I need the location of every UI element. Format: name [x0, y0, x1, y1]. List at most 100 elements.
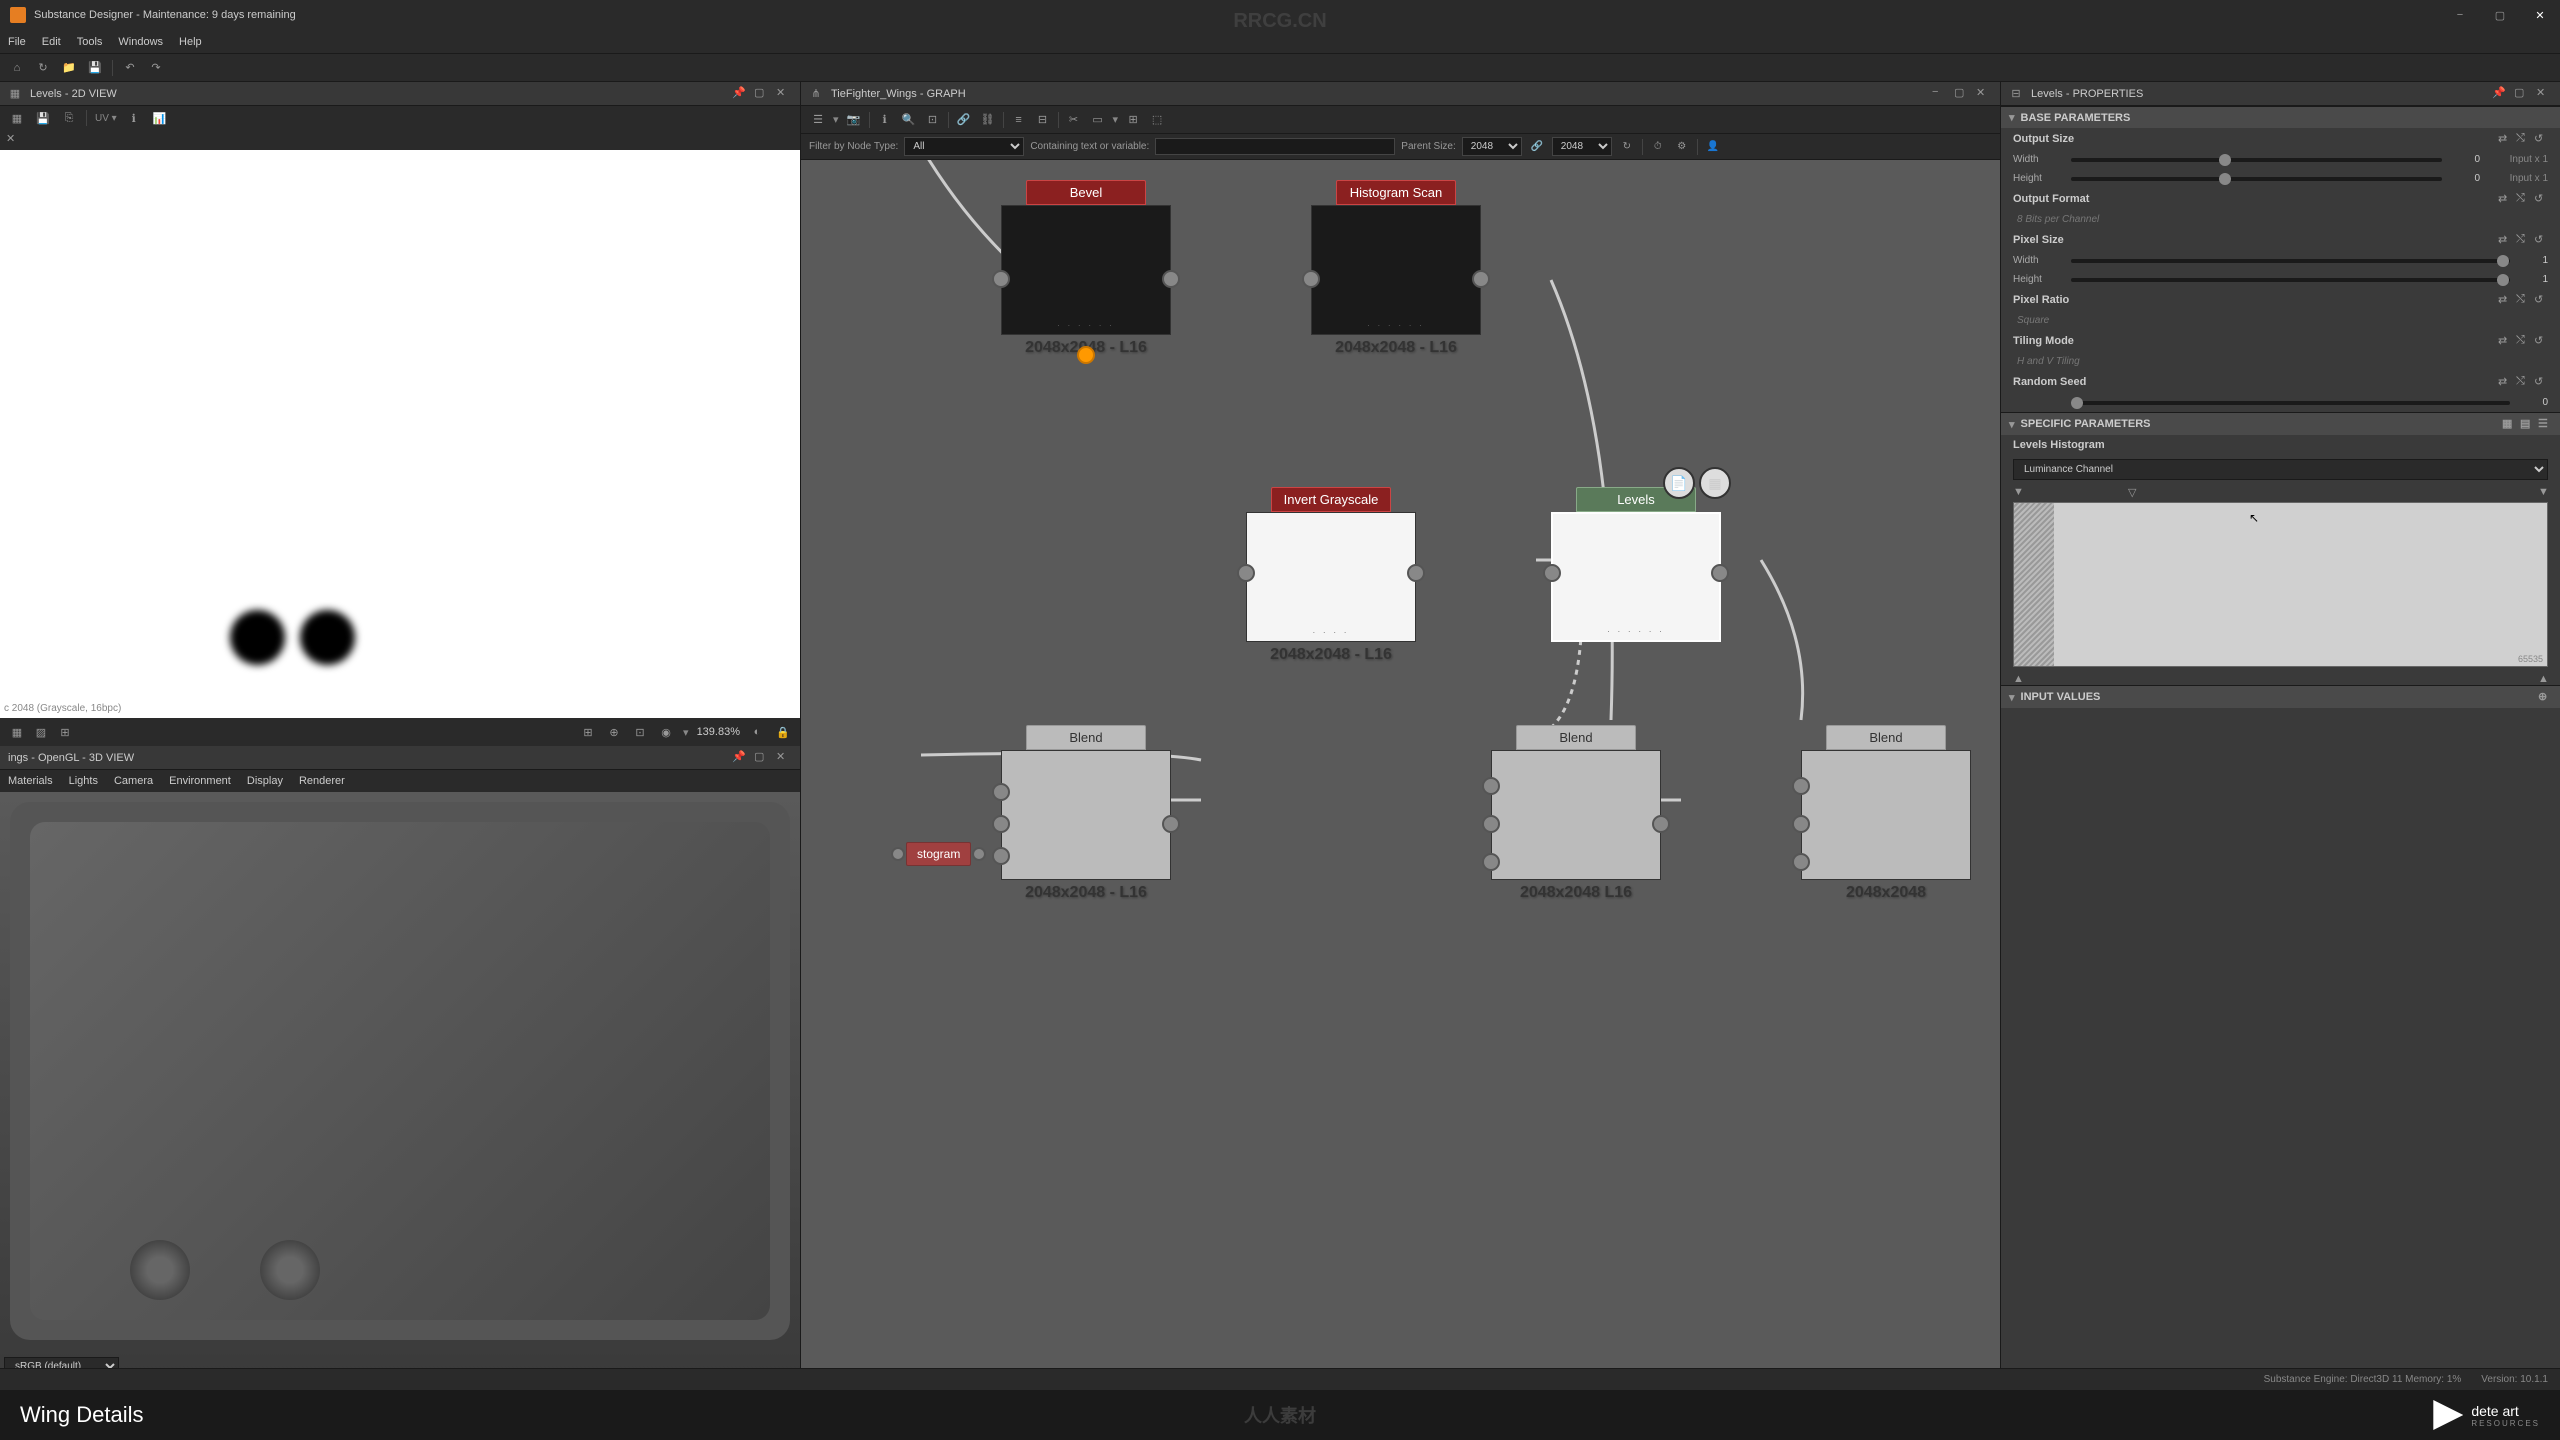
input-port[interactable]: [992, 847, 1010, 865]
menu-edit[interactable]: Edit: [42, 36, 61, 48]
sync-icon[interactable]: ⤭: [2516, 233, 2530, 247]
copy-icon[interactable]: ⎘: [60, 109, 78, 127]
param-port[interactable]: [1077, 346, 1095, 364]
tab-close-icon[interactable]: ✕: [6, 132, 20, 146]
link-icon[interactable]: ⇄: [2498, 233, 2512, 247]
output-port[interactable]: [1472, 270, 1490, 288]
maximize-panel-icon[interactable]: ▢: [754, 86, 770, 102]
reset-icon[interactable]: ↺: [2534, 233, 2548, 247]
close-panel-icon[interactable]: ✕: [776, 86, 792, 102]
node-blend[interactable]: Blend 2048x2048: [1801, 725, 1971, 902]
undo-icon[interactable]: ↶: [121, 59, 139, 77]
levels-histogram[interactable]: ↖ 65535: [2013, 502, 2548, 667]
input-port[interactable]: [1792, 815, 1810, 833]
close-button[interactable]: ✕: [2530, 5, 2550, 25]
output-port[interactable]: [1162, 270, 1180, 288]
grid-icon[interactable]: ⊞: [579, 723, 597, 741]
link-icon[interactable]: 🔗: [955, 111, 973, 129]
node-histogram-scan[interactable]: Histogram Scan . . . . . . 2048x2048 - L…: [1311, 180, 1481, 357]
view3d-materials[interactable]: Materials: [8, 775, 53, 787]
view3d-lights[interactable]: Lights: [69, 775, 98, 787]
histogram-top-marker-right[interactable]: ▼: [2538, 486, 2548, 496]
sync-icon[interactable]: ⤭: [2516, 293, 2530, 307]
close-panel-icon[interactable]: ✕: [2536, 86, 2552, 102]
channel-select[interactable]: Luminance Channel: [2013, 459, 2548, 480]
node-histogram-small[interactable]: stogram: [906, 842, 971, 866]
node-invert-grayscale[interactable]: Invert Grayscale . . . . 2048x2048 - L16: [1246, 487, 1416, 664]
input-port[interactable]: [891, 847, 905, 861]
view3d-renderer[interactable]: Renderer: [299, 775, 345, 787]
maximize-panel-icon[interactable]: ▢: [1954, 86, 1970, 102]
menu-help[interactable]: Help: [179, 36, 202, 48]
reset-icon[interactable]: ↺: [2534, 293, 2548, 307]
save-preset-icon[interactable]: ▤: [2520, 417, 2534, 431]
menu-icon[interactable]: ☰: [2538, 417, 2552, 431]
link-icon[interactable]: ⇄: [2498, 132, 2512, 146]
link-size-icon[interactable]: 🔗: [1528, 138, 1546, 156]
graph-canvas[interactable]: Bevel . . . . . . 2048x2048 - L16 Histog…: [801, 160, 2000, 1380]
save-view-icon[interactable]: 💾: [34, 109, 52, 127]
tile-icon[interactable]: ⊞: [56, 723, 74, 741]
target-icon[interactable]: ⊕: [605, 723, 623, 741]
node-levels[interactable]: 📄 ▦ Levels . . . . . .: [1551, 487, 1721, 642]
width-slider[interactable]: [2071, 158, 2442, 162]
histogram-top-marker-left[interactable]: ▼: [2013, 486, 2023, 496]
maximize-button[interactable]: ▢: [2490, 5, 2510, 25]
link-icon[interactable]: ⇄: [2498, 192, 2512, 206]
view3d-environment[interactable]: Environment: [169, 775, 231, 787]
lock-icon[interactable]: 🔒: [774, 723, 792, 741]
output-port[interactable]: [972, 847, 986, 861]
menu-icon[interactable]: ☰: [809, 111, 827, 129]
alpha-icon[interactable]: ▨: [32, 723, 50, 741]
node-blend[interactable]: Blend 2048x2048 - L16: [1001, 725, 1171, 902]
fit-icon[interactable]: ⊡: [631, 723, 649, 741]
cut-icon[interactable]: ✂: [1065, 111, 1083, 129]
view2d-canvas[interactable]: c 2048 (Grayscale, 16bpc): [0, 150, 800, 718]
pin-icon[interactable]: 📌: [732, 86, 748, 102]
node-blend[interactable]: Blend 2048x2048 L16: [1491, 725, 1661, 902]
home-icon[interactable]: ⌂: [8, 59, 26, 77]
link-icon[interactable]: ⇄: [2498, 334, 2512, 348]
search-input[interactable]: [1155, 138, 1395, 155]
link-icon[interactable]: ⇄: [2498, 375, 2512, 389]
reset-icon[interactable]: ↺: [2534, 132, 2548, 146]
histogram-bottom-marker-right[interactable]: ▲: [2538, 673, 2548, 683]
preset-icon[interactable]: ▦: [2502, 417, 2516, 431]
options-icon[interactable]: ◐: [748, 723, 766, 741]
maximize-panel-icon[interactable]: ▢: [754, 750, 770, 766]
histogram-bottom-marker-left[interactable]: ▲: [2013, 673, 2023, 683]
channel-icon[interactable]: ▦: [8, 723, 26, 741]
maximize-panel-icon[interactable]: ▢: [2514, 86, 2530, 102]
minimize-panel-icon[interactable]: −: [1932, 86, 1948, 102]
size-select[interactable]: 2048: [1552, 137, 1612, 156]
node-bevel[interactable]: Bevel . . . . . . 2048x2048 - L16: [1001, 180, 1171, 357]
document-icon[interactable]: 📄: [1663, 467, 1695, 499]
unlink-icon[interactable]: ⛓: [979, 111, 997, 129]
add-icon[interactable]: ⊕: [2538, 690, 2552, 704]
menu-windows[interactable]: Windows: [118, 36, 163, 48]
reset-icon[interactable]: ↺: [2534, 334, 2548, 348]
link-icon[interactable]: ⇄: [2498, 293, 2512, 307]
align-icon[interactable]: ≡: [1010, 111, 1028, 129]
camera-icon[interactable]: 📷: [845, 111, 863, 129]
random-seed-slider[interactable]: [2071, 401, 2510, 405]
refresh-icon[interactable]: ↻: [34, 59, 52, 77]
input-port[interactable]: [1792, 853, 1810, 871]
input-port[interactable]: [992, 270, 1010, 288]
input-port[interactable]: [992, 783, 1010, 801]
histogram-icon[interactable]: 📊: [151, 109, 169, 127]
close-panel-icon[interactable]: ✕: [1976, 86, 1992, 102]
settings-icon[interactable]: ⚙: [1673, 138, 1691, 156]
sync-icon[interactable]: ⤭: [2516, 132, 2530, 146]
new-icon[interactable]: ▦: [8, 109, 26, 127]
filter-type-select[interactable]: All: [904, 137, 1024, 156]
refresh-graph-icon[interactable]: ↻: [1618, 138, 1636, 156]
specific-parameters-section[interactable]: ▾ SPECIFIC PARAMETERS ▦ ▤ ☰: [2001, 412, 2560, 435]
save-icon[interactable]: 💾: [86, 59, 104, 77]
sync-icon[interactable]: ⤭: [2516, 334, 2530, 348]
input-port[interactable]: [1302, 270, 1320, 288]
input-port[interactable]: [1482, 777, 1500, 795]
distribute-icon[interactable]: ⊟: [1034, 111, 1052, 129]
input-port[interactable]: [1543, 564, 1561, 582]
minimize-button[interactable]: −: [2450, 5, 2470, 25]
